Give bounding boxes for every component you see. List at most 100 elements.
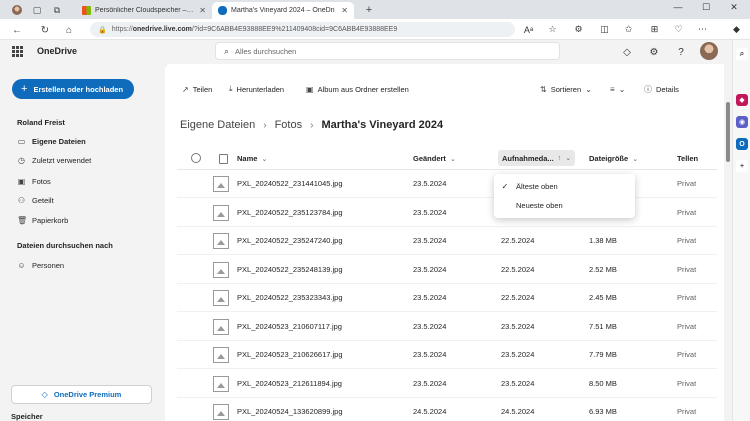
- split-screen-icon[interactable]: ◫: [598, 23, 611, 36]
- tab-personal-cloud[interactable]: Persönlicher Cloudspeicher – Mic ✕: [76, 2, 212, 19]
- collections-app-icon[interactable]: ◆: [736, 94, 748, 106]
- sort-button[interactable]: ⇅ Sortieren ⌄: [540, 83, 592, 95]
- scrollbar-thumb[interactable]: [726, 102, 730, 162]
- search-box[interactable]: ⌕ Alles durchsuchen: [215, 42, 560, 60]
- column-name[interactable]: Name ⌄: [237, 154, 267, 163]
- column-size[interactable]: Dateigröße ⌄: [589, 154, 638, 163]
- file-modified: 23.5.2024: [413, 207, 447, 217]
- sort-oldest-first[interactable]: ✓ Älteste oben: [494, 177, 635, 195]
- breadcrumb-my-files[interactable]: Eigene Dateien: [180, 119, 255, 131]
- chevron-down-icon: ⌄: [449, 155, 456, 163]
- file-row[interactable]: PXL_20240522_235248139.jpg 23.5.2024 22.5.…: [177, 256, 717, 284]
- file-name[interactable]: PXL_20240522_235247240.jpg: [237, 236, 343, 245]
- file-row[interactable]: PXL_20240522_235323343.jpg 23.5.2024 22.5.…: [177, 284, 717, 312]
- outlook-icon[interactable]: O: [736, 138, 748, 150]
- sidebar-item-shared[interactable]: ⚇ Geteilt: [17, 193, 54, 207]
- sidebar-item-people[interactable]: ☺ Personen: [17, 258, 64, 272]
- breadcrumb-photos[interactable]: Fotos: [275, 119, 303, 131]
- file-type-icon[interactable]: [219, 154, 228, 164]
- extension-icon[interactable]: ⚙: [572, 23, 585, 36]
- file-row[interactable]: PXL_20240522_235123784.jpg 23.5.2024 Priva…: [177, 199, 717, 227]
- download-button[interactable]: ⤓ Herunterladen: [229, 83, 284, 95]
- microsoft-logo-icon: [82, 6, 91, 15]
- view-options-button[interactable]: ≡ ⌄: [610, 83, 625, 95]
- file-modified: 23.5.2024: [413, 321, 447, 331]
- file-modified: 23.5.2024: [413, 264, 447, 274]
- file-name[interactable]: PXL_20240523_210626617.jpg: [237, 350, 343, 359]
- back-arrow-icon[interactable]: ←: [10, 23, 24, 37]
- select-all-checkbox[interactable]: [191, 153, 201, 163]
- sidebar-item-photos[interactable]: ▣ Fotos: [17, 174, 51, 188]
- search-icon[interactable]: ⌕: [736, 48, 748, 60]
- vertical-scrollbar[interactable]: [724, 64, 732, 421]
- checkmark-icon: ✓: [501, 181, 509, 191]
- download-label: Herunterladen: [236, 84, 285, 94]
- folder-icon: ▭: [17, 136, 26, 146]
- close-tab-icon[interactable]: ✕: [199, 6, 206, 15]
- file-modified: 23.5.2024: [413, 378, 447, 388]
- read-aloud-icon[interactable]: A͏ᵃ: [522, 23, 535, 36]
- file-row[interactable]: PXL_20240524_133620899.jpg 24.5.2024 24.5.…: [177, 398, 717, 421]
- workspaces-icon[interactable]: ▢: [30, 3, 44, 17]
- main-content: ↗ Teilen ⤓ Herunterladen ▣ Album aus Ord…: [165, 64, 724, 421]
- premium-diamond-icon[interactable]: ◇: [620, 45, 634, 59]
- favorite-star-icon[interactable]: ☆: [546, 23, 559, 36]
- create-upload-button[interactable]: + Erstellen oder hochladen: [12, 79, 134, 99]
- copilot-icon[interactable]: ◆: [730, 23, 743, 36]
- profile-icon[interactable]: [10, 3, 24, 17]
- file-sharing: Privat: [677, 407, 697, 416]
- file-name[interactable]: PXL_20240524_133620899.jpg: [237, 407, 343, 416]
- settings-gear-icon[interactable]: ⚙: [647, 45, 661, 59]
- favorites-icon[interactable]: ✩: [622, 23, 635, 36]
- file-row[interactable]: PXL_20240522_235247240.jpg 23.5.2024 22.5.…: [177, 227, 717, 255]
- onedrive-premium-button[interactable]: ◇ OneDrive Premium: [11, 385, 152, 404]
- premium-diamond-icon: ◇: [41, 390, 48, 399]
- file-row[interactable]: PXL_20240523_212611894.jpg 23.5.2024 23.5.…: [177, 370, 717, 398]
- create-album-button[interactable]: ▣ Album aus Ordner erstellen: [306, 83, 409, 95]
- tab-marthas-vineyard[interactable]: Martha's Vineyard 2024 – OneDri ✕: [212, 2, 354, 19]
- tab-actions-icon[interactable]: ⧉: [50, 3, 64, 17]
- close-tab-icon[interactable]: ✕: [341, 6, 348, 15]
- collections-icon[interactable]: ⊞: [648, 23, 661, 36]
- maximize-button[interactable]: ☐: [694, 2, 718, 13]
- app-launcher-icon[interactable]: [12, 46, 23, 57]
- minimize-button[interactable]: —: [666, 2, 690, 12]
- help-icon[interactable]: ?: [674, 45, 688, 59]
- tab-label: Martha's Vineyard 2024 – OneDri: [231, 7, 335, 14]
- sort-label: Sortieren: [550, 84, 582, 94]
- sidebar-item-label: Personen: [32, 260, 65, 270]
- home-icon[interactable]: ⌂: [62, 23, 76, 37]
- file-row[interactable]: PXL_20240522_231441045.jpg 23.5.2024 Priva…: [177, 170, 717, 198]
- file-row[interactable]: PXL_20240523_210607117.jpg 23.5.2024 23.5.…: [177, 313, 717, 341]
- browser-essentials-icon[interactable]: ♡: [672, 23, 685, 36]
- column-label: Aufnahmeda...: [502, 153, 554, 163]
- sidebar-item-label: Fotos: [32, 176, 51, 186]
- refresh-icon[interactable]: ↻: [38, 23, 52, 37]
- file-sharing: Privat: [677, 264, 697, 274]
- share-button[interactable]: ↗ Teilen: [182, 83, 212, 95]
- file-row[interactable]: PXL_20240523_210626617.jpg 23.5.2024 23.5.…: [177, 341, 717, 369]
- sidebar-item-recent[interactable]: ◷ Zuletzt verwendet: [17, 153, 91, 167]
- file-name[interactable]: PXL_20240522_235123784.jpg: [237, 208, 343, 217]
- column-date-taken[interactable]: Aufnahmeda... ↑ ⌄: [498, 150, 576, 166]
- file-name[interactable]: PXL_20240522_235323343.jpg: [237, 293, 343, 302]
- download-icon: ⤓: [229, 84, 233, 93]
- new-tab-button[interactable]: +: [362, 3, 376, 17]
- sort-newest-first[interactable]: Neueste oben: [494, 196, 635, 214]
- column-modified[interactable]: Geändert ⌄: [413, 154, 456, 163]
- details-button[interactable]: ⓘ Details: [644, 83, 679, 95]
- add-app-icon[interactable]: +: [736, 160, 748, 172]
- close-window-button[interactable]: ✕: [722, 2, 746, 13]
- sidebar-item-recycle-bin[interactable]: 🗑 Papierkorb: [17, 213, 68, 227]
- more-options-icon[interactable]: ⋯: [696, 23, 709, 36]
- tools-app-icon[interactable]: ◉: [736, 116, 748, 128]
- sidebar-item-my-files[interactable]: ▭ Eigene Dateien: [17, 134, 86, 148]
- file-name[interactable]: PXL_20240523_212611894.jpg: [237, 379, 342, 388]
- file-name[interactable]: PXL_20240522_235248139.jpg: [237, 265, 343, 274]
- address-bar[interactable]: 🔒 https://onedrive.live.com/?id=9C6ABB4E…: [90, 22, 515, 37]
- file-date-taken: 23.5.2024: [501, 378, 535, 388]
- column-sharing[interactable]: Tellen: [677, 154, 698, 163]
- user-avatar[interactable]: [700, 42, 718, 60]
- file-name[interactable]: PXL_20240523_210607117.jpg: [237, 322, 342, 331]
- file-name[interactable]: PXL_20240522_231441045.jpg: [237, 179, 343, 188]
